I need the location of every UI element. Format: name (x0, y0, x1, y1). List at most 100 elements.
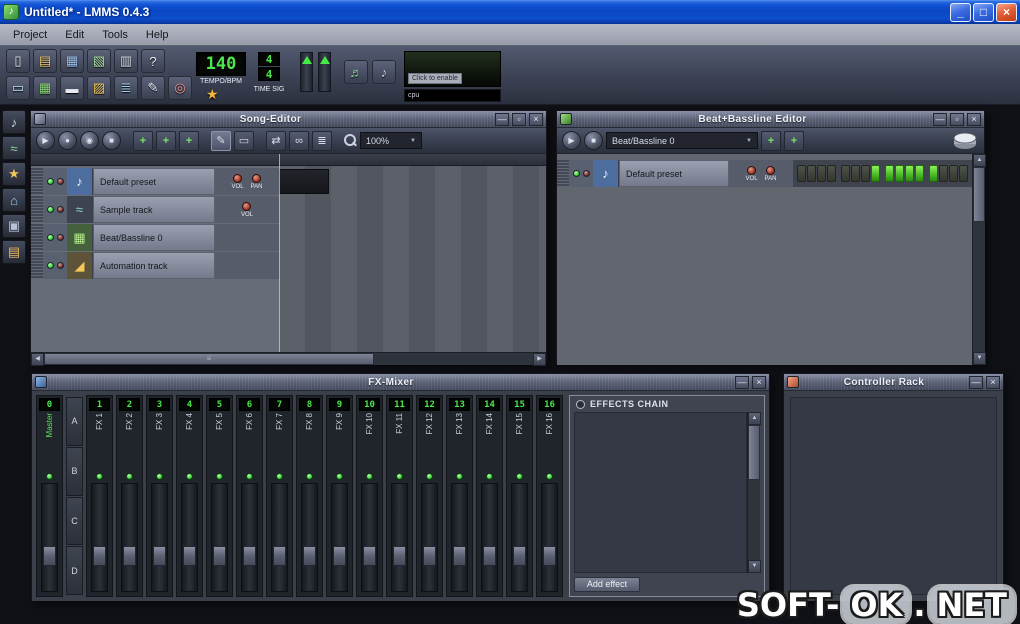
track-name[interactable]: Beat/Bassline 0 (93, 224, 215, 251)
fader-handle[interactable] (543, 546, 556, 567)
fx-channel-fader[interactable] (211, 483, 228, 592)
fx-bank-a[interactable]: A (66, 397, 83, 446)
instruments-tab-icon[interactable]: ♪ (2, 110, 26, 134)
track-name[interactable]: Default preset (619, 160, 729, 187)
scroll-thumb[interactable] (748, 425, 760, 480)
new-project-icon[interactable]: ▯ (6, 49, 30, 73)
fx-channel-0[interactable]: 0 Master (36, 395, 63, 597)
step-cell[interactable] (827, 165, 836, 182)
scroll-left-button[interactable]: ◀ (31, 353, 44, 366)
track-grip-handle[interactable] (31, 196, 43, 223)
fx-mixer-titlebar[interactable]: FX-Mixer — × (32, 374, 769, 391)
track-grip-handle[interactable] (31, 224, 43, 251)
scroll-up-button[interactable]: ▲ (748, 412, 761, 425)
step-cell[interactable] (915, 165, 924, 182)
fx-channel-fader[interactable] (451, 483, 468, 592)
pattern-segment[interactable] (279, 169, 329, 194)
fx-channel-fader[interactable] (481, 483, 498, 592)
fx-channel-11[interactable]: 11 FX 11 (386, 395, 413, 597)
track-timeline[interactable] (279, 168, 546, 195)
fx-channel-15[interactable]: 15 FX 15 (506, 395, 533, 597)
master-volume-icon[interactable]: ♬ (344, 60, 368, 84)
step-cell[interactable] (929, 165, 938, 182)
track-timeline[interactable] (279, 196, 546, 223)
fx-channel-fader[interactable] (421, 483, 438, 592)
visualizer-enable-label[interactable]: Click to enable (408, 73, 462, 84)
fader-handle[interactable] (153, 546, 166, 567)
track-icon[interactable]: ◢ (67, 252, 93, 279)
time-signature[interactable]: 4 4 (258, 52, 280, 82)
fx-channel-1[interactable]: 1 FX 1 (86, 395, 113, 597)
add-automation-track-button[interactable]: + (784, 130, 804, 151)
fx-channel-led[interactable] (96, 473, 103, 480)
fx-channel-fader[interactable] (41, 483, 58, 592)
track-solo-led[interactable] (56, 262, 64, 269)
window-minimize-button[interactable]: _ (950, 2, 971, 22)
toggle-controller-rack-icon[interactable]: ◎ (168, 76, 192, 100)
bb-editor-titlebar[interactable]: Beat+Bassline Editor — ▫ × (557, 111, 984, 128)
fx-channel-fader[interactable] (241, 483, 258, 592)
save-project-icon[interactable]: ▦ (60, 49, 84, 73)
record-button[interactable]: ● (58, 131, 77, 150)
scroll-thumb[interactable] (973, 167, 985, 222)
step-cell[interactable] (871, 165, 880, 182)
toggle-song-editor-icon[interactable]: ▭ (6, 76, 30, 100)
fx-channel-led[interactable] (456, 473, 463, 480)
controller-rack-minimize-button[interactable]: — (969, 375, 983, 389)
fx-bank-b[interactable]: B (66, 446, 83, 496)
fx-mixer-minimize-button[interactable]: — (735, 375, 749, 389)
home-tab-icon[interactable]: ⌂ (2, 188, 26, 212)
fx-channel-fader[interactable] (511, 483, 528, 592)
knob-dial[interactable] (233, 173, 243, 183)
step-cell[interactable] (851, 165, 860, 182)
draw-mode-button[interactable]: ✎ (211, 130, 231, 151)
scroll-thumb[interactable] (44, 353, 374, 365)
scroll-track[interactable] (748, 480, 760, 560)
fx-channel-fader[interactable] (181, 483, 198, 592)
knob-dial[interactable] (766, 165, 775, 175)
scroll-track[interactable] (973, 222, 985, 352)
fader-handle[interactable] (423, 546, 436, 567)
window-close-button[interactable]: × (996, 2, 1017, 22)
track-icon[interactable]: ♪ (67, 168, 93, 195)
fader-handle[interactable] (43, 546, 56, 567)
effects-chain-enable-led[interactable] (576, 399, 585, 409)
record-play-button[interactable]: ◉ (80, 131, 99, 150)
fx-channel-led[interactable] (546, 473, 553, 480)
track-mute-led[interactable] (572, 170, 580, 177)
toggle-automation-editor-icon[interactable]: ▨ (87, 76, 111, 100)
song-editor-minimize-button[interactable]: — (495, 112, 509, 126)
edit-mode-button[interactable]: ▭ (234, 130, 254, 151)
step-cell[interactable] (959, 165, 968, 182)
toggle-bb-editor-icon[interactable]: ▦ (33, 76, 57, 100)
vol-knob[interactable]: VOL (746, 165, 758, 182)
export-project-icon[interactable]: ▧ (87, 49, 111, 73)
scroll-up-button[interactable]: ▲ (973, 154, 986, 167)
fx-channel-led[interactable] (486, 473, 493, 480)
track-mute-led[interactable] (46, 234, 54, 241)
fader-handle[interactable] (513, 546, 526, 567)
fader-handle[interactable] (213, 546, 226, 567)
bb-editor-vscrollbar[interactable]: ▲ ▼ (972, 154, 986, 365)
vol-knob[interactable]: VOL (232, 173, 244, 190)
fx-channel-fader[interactable] (151, 483, 168, 592)
stop-button[interactable]: ■ (102, 131, 121, 150)
fx-channel-led[interactable] (426, 473, 433, 480)
song-editor-hscrollbar[interactable]: ◀ ▶ (31, 352, 546, 366)
step-cell[interactable] (807, 165, 816, 182)
track-icon[interactable]: ▦ (67, 224, 93, 251)
track-timeline[interactable] (279, 224, 546, 251)
master-volume-slider[interactable] (300, 52, 313, 92)
fader-handle[interactable] (453, 546, 466, 567)
toggle-piano-roll-icon[interactable]: ▬ (60, 76, 84, 100)
add-automation-track-button[interactable]: + (179, 130, 199, 151)
fx-channel-fader[interactable] (361, 483, 378, 592)
pan-knob[interactable]: PAN (765, 165, 776, 182)
scroll-right-button[interactable]: ▶ (533, 353, 546, 366)
step-cell[interactable] (905, 165, 914, 182)
step-cell[interactable] (885, 165, 894, 182)
knob-dial[interactable] (242, 201, 252, 211)
fx-channel-led[interactable] (246, 473, 253, 480)
step-cell[interactable] (949, 165, 958, 182)
add-sample-track-button[interactable]: + (156, 130, 176, 151)
